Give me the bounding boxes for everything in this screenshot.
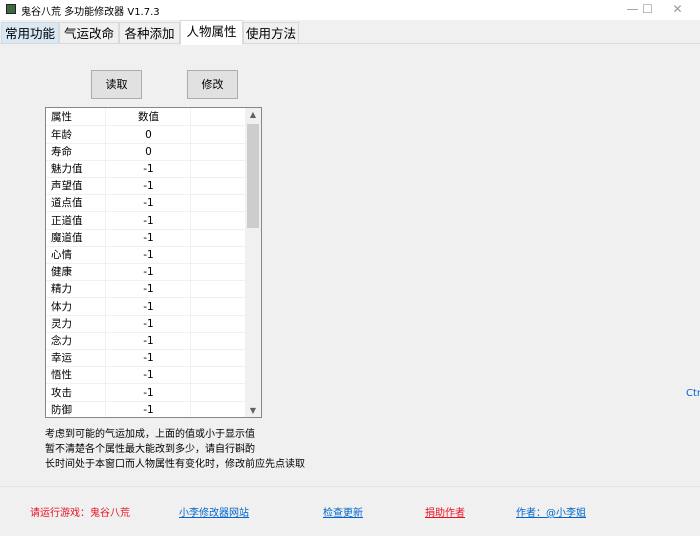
attribute-value: -1 bbox=[143, 403, 154, 416]
attribute-value: -1 bbox=[143, 317, 154, 330]
tab-add[interactable]: 各种添加 bbox=[119, 22, 180, 44]
note-2: 暂不清楚各个属性最大能改到多少，请自行斟酌 bbox=[45, 444, 255, 455]
window-title: 鬼谷八荒 多功能修改器 V1.7.3 bbox=[21, 7, 160, 18]
attribute-name: 魔道值 bbox=[51, 231, 83, 244]
table-row[interactable]: 幸运 -1 bbox=[46, 350, 246, 368]
table-row[interactable]: 心情 -1 bbox=[46, 247, 246, 265]
table-row[interactable]: 道点值 -1 bbox=[46, 195, 246, 213]
table-row[interactable]: 防御 -1 bbox=[46, 402, 246, 417]
attribute-name: 精力 bbox=[51, 283, 72, 296]
attribute-name: 道点值 bbox=[51, 197, 83, 210]
attribute-name: 灵力 bbox=[51, 317, 72, 330]
scrollbar[interactable]: ▲ ▼ bbox=[245, 108, 261, 417]
table-row[interactable]: 灵力 -1 bbox=[46, 316, 246, 333]
attribute-value: -1 bbox=[143, 231, 154, 244]
attribute-name: 心情 bbox=[51, 248, 72, 261]
attribute-name: 正道值 bbox=[51, 214, 83, 227]
scroll-thumb[interactable] bbox=[247, 124, 259, 228]
table-row[interactable]: 魅力值 -1 bbox=[46, 161, 246, 179]
attribute-name: 攻击 bbox=[51, 386, 72, 399]
author-link[interactable]: 作者：@小李姐 bbox=[516, 504, 586, 519]
attribute-value: -1 bbox=[143, 266, 154, 279]
divider bbox=[0, 486, 700, 487]
table-row[interactable]: 精力 -1 bbox=[46, 281, 246, 299]
attribute-name: 年龄 bbox=[51, 128, 72, 141]
attribute-value: 0 bbox=[145, 128, 152, 141]
attribute-name: 健康 bbox=[51, 266, 72, 279]
table-row[interactable]: 寿命 0 bbox=[46, 144, 246, 161]
table-header[interactable]: 属性 数值 bbox=[46, 109, 246, 127]
table-row[interactable]: 正道值 -1 bbox=[46, 213, 246, 230]
attribute-value: -1 bbox=[143, 248, 154, 261]
title-bar: 鬼谷八荒 多功能修改器 V1.7.3 — ☐ ✕ bbox=[0, 0, 700, 20]
attribute-value: -1 bbox=[143, 334, 154, 347]
table-row[interactable]: 年龄 0 bbox=[46, 127, 246, 144]
app-icon bbox=[6, 4, 16, 14]
note-3: 长时间处于本窗口而人物属性有变化时，修改前应先点读取 bbox=[45, 459, 305, 470]
attribute-value: -1 bbox=[143, 386, 154, 399]
table-row[interactable]: 健康 -1 bbox=[46, 264, 246, 282]
attribute-value: -1 bbox=[143, 352, 154, 365]
attribute-value: -1 bbox=[143, 283, 154, 296]
tab-bar: 常用功能 气运改命 各种添加 人物属性 使用方法 bbox=[0, 20, 700, 45]
note-1: 考虑到可能的气运加成，上面的值或小于显示值 bbox=[45, 429, 255, 440]
donate-link[interactable]: 捐助作者 bbox=[425, 504, 465, 519]
website-link[interactable]: 小李修改器网站 bbox=[179, 504, 249, 519]
attribute-value: 0 bbox=[145, 145, 152, 158]
table-row[interactable]: 魔道值 -1 bbox=[46, 230, 246, 247]
table-row[interactable]: 体力 -1 bbox=[46, 299, 246, 316]
table-row[interactable]: 念力 -1 bbox=[46, 333, 246, 351]
attribute-name: 防御 bbox=[51, 403, 72, 416]
attribute-name: 悟性 bbox=[51, 369, 72, 382]
attribute-name: 幸运 bbox=[51, 352, 72, 365]
table-row[interactable]: 攻击 -1 bbox=[46, 385, 246, 402]
attribute-name: 体力 bbox=[51, 300, 72, 313]
attribute-value: -1 bbox=[143, 369, 154, 382]
modify-button[interactable]: 修改 bbox=[187, 70, 238, 99]
attribute-value: 数值 bbox=[138, 111, 159, 123]
tab-fortune[interactable]: 气运改命 bbox=[59, 22, 119, 44]
clipped-text: Ctr bbox=[686, 388, 700, 399]
attribute-name: 魅力值 bbox=[51, 162, 83, 175]
tab-common[interactable]: 常用功能 bbox=[1, 22, 59, 44]
read-button[interactable]: 读取 bbox=[91, 70, 142, 99]
attribute-name: 念力 bbox=[51, 334, 72, 347]
scroll-up-icon[interactable]: ▲ bbox=[245, 110, 261, 119]
attribute-name: 寿命 bbox=[51, 145, 72, 158]
attribute-value: -1 bbox=[143, 197, 154, 210]
attribute-value: -1 bbox=[143, 214, 154, 227]
scroll-down-icon[interactable]: ▼ bbox=[245, 406, 261, 415]
check-update-link[interactable]: 检查更新 bbox=[323, 504, 363, 519]
attribute-list[interactable]: 属性 数值 年龄 0 寿命 0 魅力值 -1 声望值 -1 道点值 -1 正道值 -1 魔道值 -1 心情 -1 健… bbox=[45, 107, 262, 418]
tab-usage[interactable]: 使用方法 bbox=[243, 22, 299, 44]
close-button[interactable]: ✕ bbox=[655, 0, 700, 20]
table-row[interactable]: 悟性 -1 bbox=[46, 367, 246, 385]
attribute-name: 属性 bbox=[51, 111, 72, 123]
table-row[interactable]: 声望值 -1 bbox=[46, 178, 246, 196]
game-status: 请运行游戏：鬼谷八荒 bbox=[30, 508, 130, 519]
attribute-value: -1 bbox=[143, 180, 154, 193]
attribute-name: 声望值 bbox=[51, 180, 83, 193]
attribute-value: -1 bbox=[143, 300, 154, 313]
attribute-value: -1 bbox=[143, 162, 154, 175]
tab-attributes[interactable]: 人物属性 bbox=[180, 20, 243, 45]
